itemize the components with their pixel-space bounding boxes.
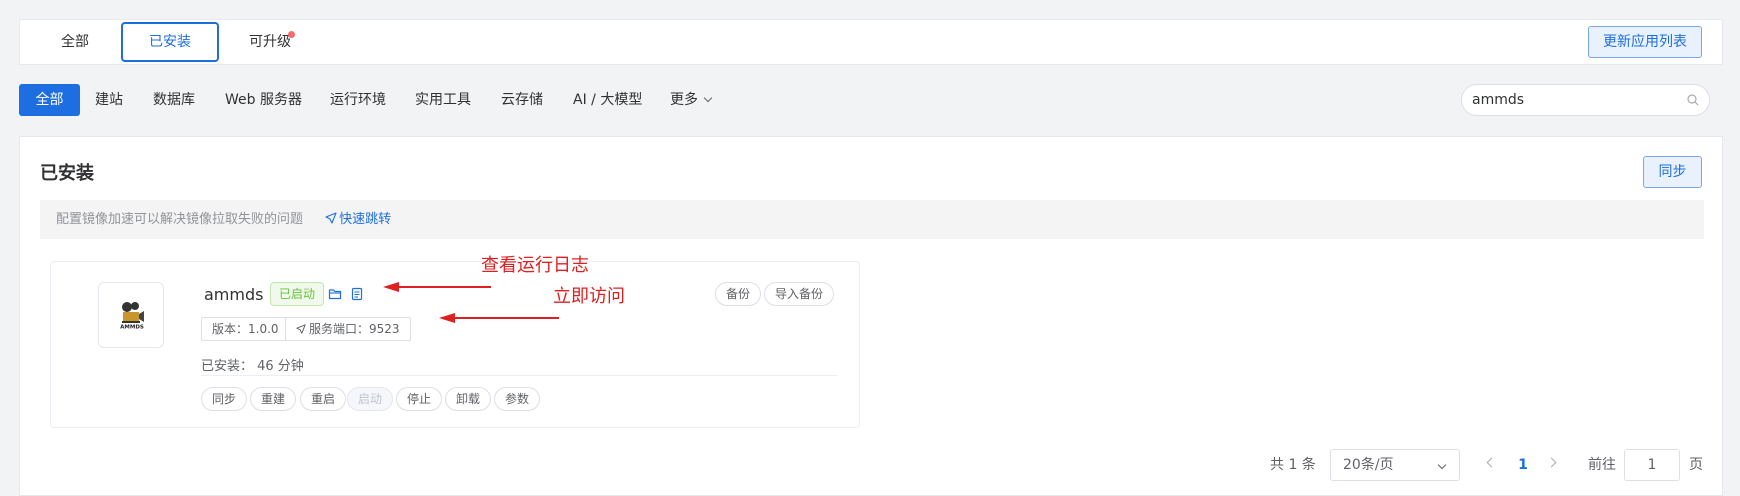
- annotation-arrow-visit: [439, 313, 559, 323]
- pagination-total: 共 1 条: [1270, 457, 1316, 473]
- divider: [201, 375, 837, 376]
- goto-label: 前往: [1588, 457, 1616, 473]
- panel-title: 已安装: [40, 163, 94, 184]
- category-cloud-storage[interactable]: 云存储: [501, 84, 543, 116]
- uninstall-button[interactable]: 卸载: [445, 387, 492, 411]
- send-icon: [296, 324, 306, 334]
- page-suffix: 页: [1689, 457, 1703, 473]
- category-tools[interactable]: 实用工具: [415, 84, 471, 116]
- film-reel-logo-icon: AMMDS: [120, 302, 144, 331]
- service-port-link[interactable]: 服务端口：9523: [285, 317, 411, 341]
- restart-button[interactable]: 重启: [300, 387, 347, 411]
- category-ai-models[interactable]: AI / 大模型: [573, 84, 642, 116]
- page-size-value: 20条/页: [1343, 457, 1394, 473]
- category-more-dropdown[interactable]: 更多: [670, 84, 713, 116]
- update-app-list-button[interactable]: 更新应用列表: [1588, 26, 1702, 58]
- category-website[interactable]: 建站: [95, 84, 123, 116]
- backup-button[interactable]: 备份: [715, 282, 762, 306]
- installed-duration: 已安装： 46 分钟: [201, 359, 304, 374]
- category-all[interactable]: 全部: [19, 84, 80, 116]
- tab-upgradable[interactable]: 可升级: [245, 22, 295, 62]
- update-dot-badge: [288, 31, 295, 38]
- category-runtime[interactable]: 运行环境: [330, 84, 386, 116]
- send-icon: [325, 212, 337, 224]
- version-tag: 版本：1.0.0: [201, 317, 290, 341]
- category-more-label: 更多: [670, 92, 698, 108]
- app-logo: AMMDS: [98, 282, 164, 348]
- params-button[interactable]: 参数: [494, 387, 541, 411]
- folder-icon[interactable]: [328, 287, 342, 301]
- quick-jump-label: 快速跳转: [339, 212, 392, 227]
- tab-all[interactable]: 全部: [50, 22, 100, 62]
- start-button[interactable]: 启动: [347, 387, 394, 411]
- annotation-visit-now: 立即访问: [553, 286, 625, 307]
- stop-button[interactable]: 停止: [396, 387, 443, 411]
- search-icon[interactable]: [1687, 94, 1699, 106]
- logo-text: AMMDS: [120, 325, 144, 331]
- annotation-arrow-log: [383, 282, 491, 292]
- page-size-select[interactable]: 20条/页: [1330, 449, 1460, 481]
- status-badge: 已启动: [270, 282, 325, 306]
- current-page[interactable]: 1: [1513, 449, 1533, 481]
- installed-panel: 已安装 同步 配置镜像加速可以解决镜像拉取失败的问题 快速跳转 AMMDS am…: [19, 136, 1723, 496]
- search-input-value: ammds: [1472, 92, 1525, 108]
- search-input[interactable]: ammds: [1461, 84, 1710, 116]
- rebuild-button[interactable]: 重建: [250, 387, 297, 411]
- annotation-view-log: 查看运行日志: [481, 255, 589, 276]
- import-backup-button[interactable]: 导入备份: [764, 282, 835, 306]
- chevron-down-icon: [1437, 460, 1447, 470]
- app-name: ammds: [204, 285, 264, 304]
- app-filter-tabs: 全部 已安装 可升级 更新应用列表: [19, 19, 1723, 65]
- log-document-icon[interactable]: [350, 287, 364, 301]
- chevron-down-icon: [703, 93, 713, 103]
- tab-installed[interactable]: 已安装: [121, 22, 219, 62]
- notice-text: 配置镜像加速可以解决镜像拉取失败的问题: [56, 212, 304, 227]
- quick-jump-link[interactable]: 快速跳转: [325, 212, 391, 227]
- service-port-label: 服务端口：9523: [309, 322, 400, 336]
- category-database[interactable]: 数据库: [153, 84, 195, 116]
- category-web-server[interactable]: Web 服务器: [225, 84, 302, 116]
- mirror-notice: 配置镜像加速可以解决镜像拉取失败的问题 快速跳转: [40, 200, 1704, 239]
- sync-button[interactable]: 同步: [1643, 156, 1702, 188]
- goto-page-input[interactable]: 1: [1624, 449, 1680, 481]
- sync-app-button[interactable]: 同步: [201, 387, 248, 411]
